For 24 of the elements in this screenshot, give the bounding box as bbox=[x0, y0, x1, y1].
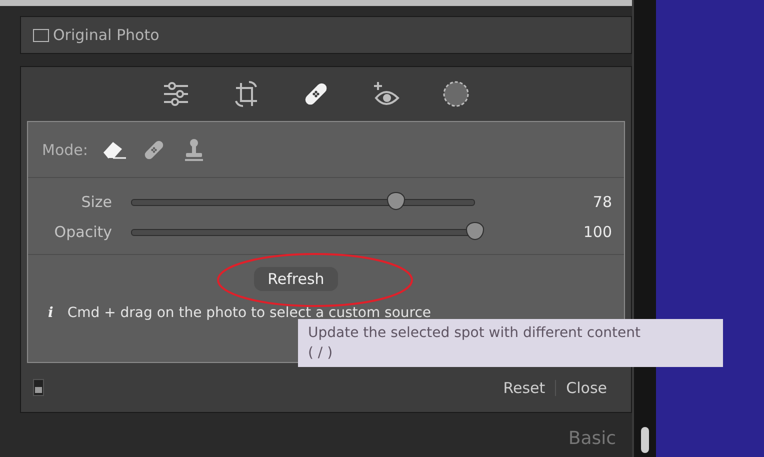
mode-label: Mode: bbox=[42, 140, 88, 158]
info-text: Cmd + drag on the photo to select a custom source bbox=[67, 305, 432, 321]
slider-label: Opacity bbox=[53, 223, 113, 241]
slider-thumb[interactable] bbox=[387, 192, 406, 210]
sliders-icon bbox=[162, 81, 190, 107]
crop-rotate-icon bbox=[232, 79, 260, 109]
slider-thumb[interactable] bbox=[466, 222, 484, 240]
refresh-button[interactable]: Refresh bbox=[254, 267, 338, 291]
panel-toggle[interactable] bbox=[33, 379, 44, 396]
slider-label: Size bbox=[80, 193, 113, 211]
tooltip-shortcut: ( / ) bbox=[308, 344, 334, 363]
scrollbar-thumb[interactable] bbox=[641, 427, 649, 453]
slider-value: 78 bbox=[592, 193, 613, 211]
mask-icon bbox=[442, 80, 470, 108]
stamp-icon bbox=[182, 138, 205, 162]
original-photo-checkbox[interactable] bbox=[33, 28, 49, 42]
panel-title: Basic bbox=[568, 427, 616, 445]
slider-value: 100 bbox=[582, 223, 613, 241]
footer-button[interactable]: Close bbox=[556, 378, 617, 396]
info-icon: i bbox=[48, 305, 54, 321]
eye-icon bbox=[372, 80, 400, 108]
footer-button[interactable]: Reset bbox=[493, 378, 556, 396]
original-photo-label: Original Photo bbox=[53, 26, 160, 44]
tooltip-text: Update the selected spot with different content bbox=[308, 324, 642, 343]
